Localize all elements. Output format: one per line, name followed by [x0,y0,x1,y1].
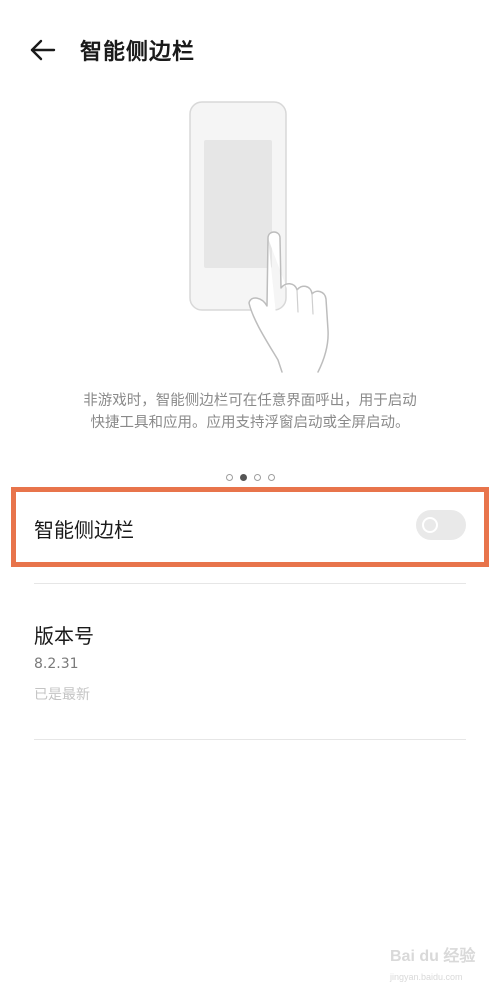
page-dot-4[interactable] [267,473,275,481]
baidu-jingyan-watermark: Bai du 经验 jingyan.baidu.com [390,942,490,990]
watermark-url: jingyan.baidu.com [390,972,463,982]
toggle-knob [422,517,438,533]
arrow-left-icon [30,39,56,61]
page-dot-3[interactable] [253,473,261,481]
version-title: 版本号 [34,624,94,648]
back-button[interactable] [28,36,60,64]
page-dot-1[interactable] [225,473,233,481]
description-line-2: 快捷工具和应用。应用支持浮窗启动或全屏启动。 [90,415,410,431]
phone-swipe-gesture-icon [178,98,338,374]
smart-sidebar-label: 智能侧边栏 [34,518,134,542]
smart-sidebar-toggle[interactable] [416,510,466,540]
page-indicator [0,470,500,484]
feature-description: 非游戏时，智能侧边栏可在任意界面呼出，用于启动 快捷工具和应用。应用支持浮窗启动… [40,390,460,434]
description-line-1: 非游戏时，智能侧边栏可在任意界面呼出，用于启动 [83,393,417,409]
page-title: 智能侧边栏 [80,40,196,65]
smart-sidebar-setting-row[interactable]: 智能侧边栏 [16,492,484,562]
version-number: 8.2.31 [34,656,79,672]
divider [34,739,466,740]
top-app-bar: 智能侧边栏 [0,0,500,100]
divider [34,583,466,584]
version-status: 已是最新 [34,687,90,703]
page-dot-2-active[interactable] [239,473,247,481]
watermark-brand: Bai du 经验 [390,948,476,965]
